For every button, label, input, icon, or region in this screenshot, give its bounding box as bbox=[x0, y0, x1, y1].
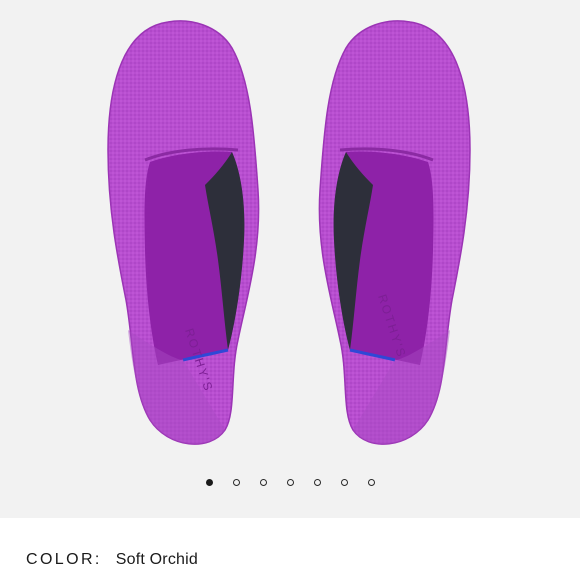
color-value: Soft Orchid bbox=[115, 551, 198, 568]
carousel-dot-5[interactable] bbox=[313, 478, 321, 486]
carousel-dot-4[interactable] bbox=[286, 478, 294, 486]
product-gallery[interactable]: ROTHY'S ROTHY'S bbox=[0, 0, 580, 518]
right-shoe: ROTHY'S bbox=[318, 20, 471, 445]
carousel-dot-1[interactable] bbox=[205, 478, 213, 486]
left-shoe: ROTHY'S bbox=[107, 20, 260, 445]
color-label: COLOR: bbox=[26, 551, 102, 568]
shoe-pair-image: ROTHY'S ROTHY'S bbox=[107, 20, 471, 445]
carousel-dot-2[interactable] bbox=[232, 478, 240, 486]
carousel-pagination bbox=[0, 476, 580, 488]
carousel-dot-7[interactable] bbox=[367, 478, 375, 486]
carousel-dot-6[interactable] bbox=[340, 478, 348, 486]
color-selector: COLOR: Soft Orchid bbox=[26, 551, 198, 569]
carousel-dot-3[interactable] bbox=[259, 478, 267, 486]
